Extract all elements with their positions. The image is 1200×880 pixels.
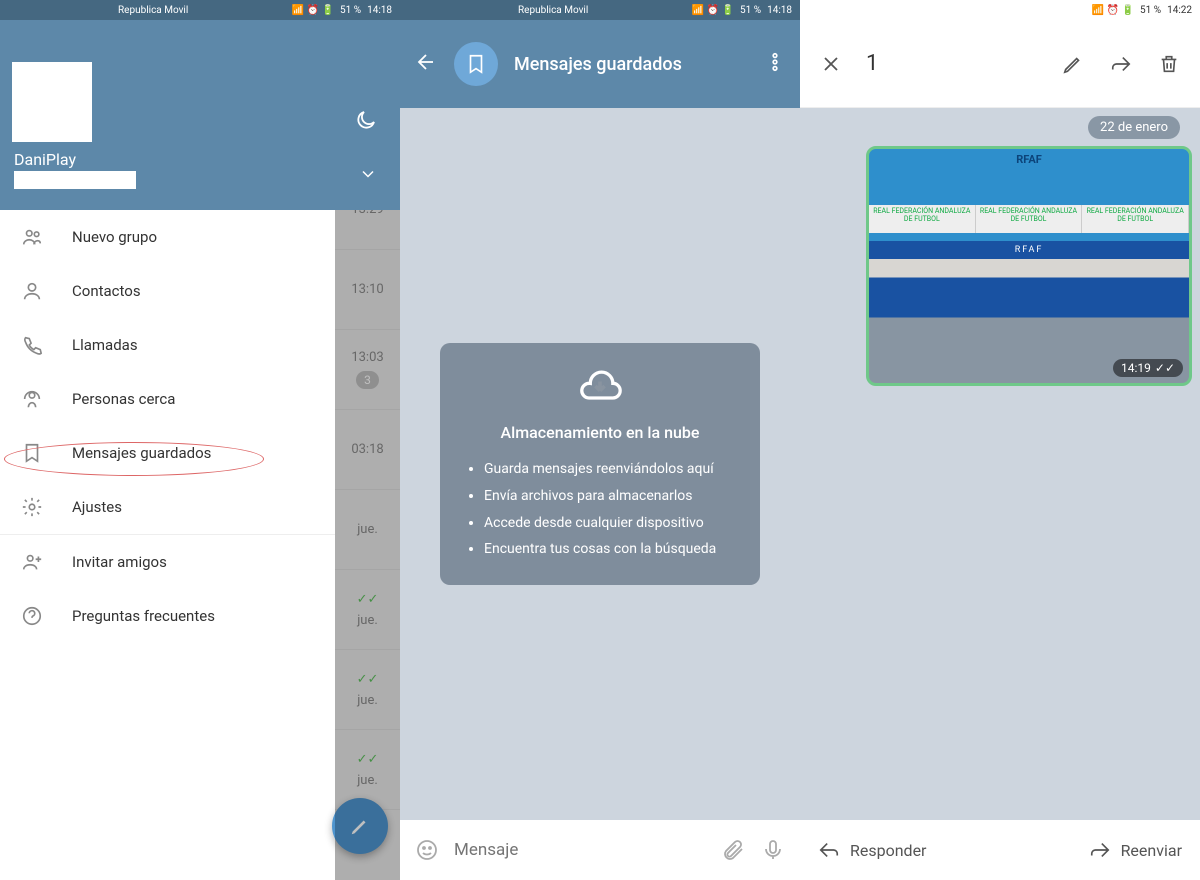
photo-text-top: RFAF	[1016, 153, 1042, 166]
settings-icon	[20, 496, 44, 518]
chat-time: jue.	[357, 693, 378, 708]
menu-item-label: Ajustes	[72, 498, 122, 516]
read-check-icon: ✓✓	[357, 752, 379, 767]
selected-message-photo[interactable]: RFAF REAL FEDERACIÓN ANDALUZA DE FUTBOLR…	[866, 146, 1192, 386]
chat-time: 13:10	[351, 282, 383, 297]
night-mode-icon[interactable]	[354, 108, 378, 136]
user-phone-masked	[14, 171, 136, 189]
read-check-icon: ✓✓	[357, 672, 379, 687]
user-avatar[interactable]	[12, 62, 92, 142]
more-icon[interactable]	[764, 51, 786, 77]
saved-messages-avatar[interactable]	[454, 42, 498, 86]
battery-pct: 51 %	[340, 5, 361, 16]
status-bar-2: Republica Movil 📶 ⏰ 🔋 51 % 14:18	[400, 0, 800, 20]
group-icon	[20, 226, 44, 248]
battery-pct: 51 %	[740, 5, 761, 16]
cloud-download-icon	[466, 365, 734, 413]
status-bar-3: . 📶 ⏰ 🔋 51 % 14:22	[800, 0, 1200, 20]
help-icon	[20, 605, 44, 627]
status-time: 14:22	[1167, 5, 1192, 16]
battery-pct: 51 %	[1140, 5, 1161, 16]
chat-title: Mensajes guardados	[514, 54, 748, 75]
date-separator: 22 de enero	[1088, 116, 1180, 139]
card-title: Almacenamiento en la nube	[466, 423, 734, 442]
compose-bar	[400, 820, 800, 880]
chat-row-peek[interactable]: ✓✓ jue.	[335, 730, 400, 810]
chat-row-peek[interactable]: 13:10	[335, 250, 400, 330]
compose-fab[interactable]	[332, 798, 388, 854]
nearby-icon	[20, 388, 44, 410]
cloud-info-card: Almacenamiento en la nube Guarda mensaje…	[440, 343, 760, 584]
card-bullet: Envía archivos para almacenarlos	[484, 483, 734, 510]
menu-item-label: Invitar amigos	[72, 553, 167, 571]
chat-row-peek[interactable]: 13:03 3	[335, 330, 400, 410]
chat-row-peek[interactable]: jue.	[335, 490, 400, 570]
emoji-icon[interactable]	[414, 838, 440, 862]
chat-body: Almacenamiento en la nube Guarda mensaje…	[400, 108, 800, 820]
status-icons: 📶 ⏰ 🔋	[292, 5, 334, 16]
mic-icon[interactable]	[760, 838, 786, 862]
chat-time: jue.	[357, 773, 378, 788]
menu-item-label: Nuevo grupo	[72, 228, 157, 246]
bookmark-icon	[20, 442, 44, 464]
status-time: 14:18	[367, 5, 392, 16]
selection-action-bar: Responder Reenviar	[800, 820, 1200, 880]
chevron-down-icon[interactable]	[358, 164, 378, 188]
read-check-icon: ✓✓	[357, 592, 379, 607]
edit-icon[interactable]	[1060, 53, 1086, 75]
status-icons: 📶 ⏰ 🔋	[692, 5, 734, 16]
message-time: 14:19✓✓	[1113, 359, 1183, 377]
menu-item-label: Mensajes guardados	[72, 444, 211, 462]
menu-item-label: Personas cerca	[72, 390, 175, 408]
phone-icon	[20, 334, 44, 356]
photo-band: RFAF	[869, 241, 1189, 259]
attach-icon[interactable]	[720, 838, 746, 862]
selection-count: 1	[866, 51, 878, 76]
chat-time: 03:18	[351, 442, 383, 457]
carrier-label: Republica Movil	[118, 5, 188, 16]
menu-item-label: Preguntas frecuentes	[72, 607, 215, 625]
card-bullet: Accede desde cualquier dispositivo	[484, 510, 734, 537]
card-bullet: Guarda mensajes reenviándolos aquí	[484, 456, 734, 483]
menu-item-label: Contactos	[72, 282, 141, 300]
back-icon[interactable]	[414, 50, 438, 78]
status-icons: 📶 ⏰ 🔋	[1092, 5, 1134, 16]
photo-banner: REAL FEDERACIÓN ANDALUZA DE FUTBOLREAL F…	[869, 205, 1189, 233]
chat-header: Mensajes guardados	[400, 20, 800, 108]
carrier-label: Republica Movil	[518, 5, 588, 16]
user-name: DaniPlay	[14, 150, 400, 169]
message-input[interactable]	[454, 840, 706, 860]
drawer-header: DaniPlay	[0, 20, 400, 210]
forward-icon[interactable]	[1108, 53, 1134, 75]
delete-icon[interactable]	[1156, 53, 1182, 75]
chat-row-peek[interactable]: ✓✓ jue.	[335, 650, 400, 730]
menu-item-label: Llamadas	[72, 336, 138, 354]
forward-button[interactable]: Reenviar	[1089, 839, 1182, 861]
status-bar-1: Republica Movil 📶 ⏰ 🔋 51 % 14:18	[0, 0, 400, 20]
reply-button[interactable]: Responder	[818, 839, 926, 861]
invite-icon	[20, 551, 44, 573]
status-time: 14:18	[767, 5, 792, 16]
chat-row-peek[interactable]: ✓✓ jue.	[335, 570, 400, 650]
close-icon[interactable]	[818, 52, 844, 76]
chat-time: 13:03	[351, 350, 383, 365]
card-bullet: Encuentra tus cosas con la búsqueda	[484, 536, 734, 563]
unread-badge: 3	[356, 371, 379, 389]
chat-body-selection: 22 de enero RFAF REAL FEDERACIÓN ANDALUZ…	[800, 108, 1200, 820]
chat-time: jue.	[357, 522, 378, 537]
chat-row-peek[interactable]: 03:18	[335, 410, 400, 490]
selection-header: 1	[800, 20, 1200, 108]
person-icon	[20, 280, 44, 302]
chat-time: jue.	[357, 613, 378, 628]
